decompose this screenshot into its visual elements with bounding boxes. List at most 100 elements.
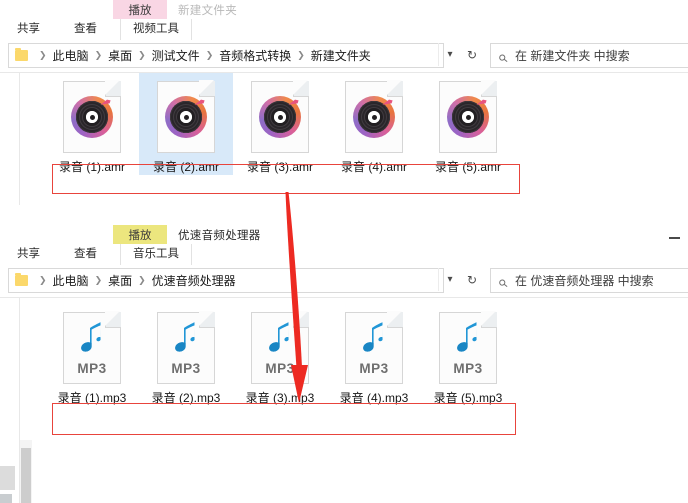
list-item[interactable]: MP3 录音 (3).mp3 [233,304,327,406]
search-icon: ⚲ [496,51,512,66]
background-icon-fragment [0,494,12,503]
amr-address-bar: ❯ 此电脑 ❯ 桌面 ❯ 测试文件 ❯ 音频格式转换 ❯ 新建文件夹 ▾ ↻ ⚲… [0,40,688,73]
list-item[interactable]: MP3 录音 (4).mp3 [327,304,421,406]
amr-breadcrumb[interactable]: ❯ 此电脑 ❯ 桌面 ❯ 测试文件 ❯ 音频格式转换 ❯ 新建文件夹 [8,43,444,68]
chevron-right-icon: ❯ [138,50,146,60]
mp3-search-box[interactable]: ⚲ 在 优速音频处理器 中搜索 [490,268,688,293]
background-window-fragment [0,466,15,490]
mp3-badge: MP3 [77,361,107,376]
mp3-crumb-0[interactable]: 此电脑 [53,272,89,289]
file-name: 录音 (3).amr [246,160,313,174]
list-item[interactable]: 录音 (3).amr [233,73,327,175]
vinyl-disc [353,96,395,138]
file-name: 录音 (1).mp3 [57,391,127,405]
page-fold-icon [481,311,497,328]
mp3-explorer-window: 优速音频处理器 播放 共享 查看 音乐工具 ❯ 此电脑 ❯ 桌面 ❯ 优速音频处… [0,225,688,503]
vinyl-record-icon [157,80,215,153]
mp3-content-area: MP3 录音 (1).mp3 MP3 录音 (2).mp3 MP3 录音 (3)… [0,298,688,503]
amr-search-box[interactable]: ⚲ 在 新建文件夹 中搜索 [490,43,688,68]
list-item[interactable]: 录音 (2).amr [139,73,233,175]
file-name: 录音 (2).mp3 [151,391,221,405]
tonearm-icon [382,99,393,105]
file-name: 录音 (3).mp3 [245,391,315,405]
vinyl-spindle [371,114,377,120]
file-name: 录音 (4).mp3 [339,391,409,405]
mp3-badge: MP3 [453,361,483,376]
list-item[interactable]: 录音 (4).amr [327,73,421,175]
mp3-badge: MP3 [359,361,389,376]
amr-nav-pane [0,73,20,206]
vinyl-record-icon [345,80,403,153]
vinyl-spindle [183,114,189,120]
tonearm-icon [476,99,487,105]
minimize-button[interactable] [669,237,680,239]
mp3-breadcrumb[interactable]: ❯ 此电脑 ❯ 桌面 ❯ 优速音频处理器 [8,268,444,293]
refresh-icon[interactable]: ↻ [461,43,483,66]
vinyl-disc [259,96,301,138]
mp3-note-icon: MP3 [345,311,403,384]
amr-file-grid: 录音 (1).amr 录音 (2).amr 录音 (3).amr 录音 (4).… [45,73,515,175]
chevron-down-icon[interactable]: ▾ [438,268,461,291]
list-item[interactable]: MP3 录音 (1).mp3 [45,304,139,406]
amr-tab-view[interactable]: 查看 [65,19,106,40]
amr-context-tab-play[interactable]: 播放 [113,0,167,19]
mp3-note-icon: MP3 [63,311,121,384]
mp3-tab-music-tools[interactable]: 音乐工具 [120,244,192,265]
amr-explorer-window: 新建文件夹 播放 共享 查看 视频工具 ❯ 此电脑 ❯ 桌面 ❯ 测试文件 ❯ [0,0,688,206]
mp3-context-title: 优速音频处理器 [178,230,261,242]
nav-scrollbar-thumb[interactable] [21,448,31,503]
vinyl-disc [447,96,489,138]
amr-crumb-2[interactable]: 测试文件 [152,47,200,64]
mp3-crumb-2[interactable]: 优速音频处理器 [152,272,236,289]
music-note-icon [269,322,289,352]
refresh-icon[interactable]: ↻ [461,268,483,291]
chevron-right-icon: ❯ [94,275,103,285]
file-name: 录音 (2).amr [152,160,219,174]
amr-content-area: 录音 (1).amr 录音 (2).amr 录音 (3).amr 录音 (4).… [0,73,688,206]
amr-tab-share[interactable]: 共享 [8,19,49,40]
vinyl-disc [165,96,207,138]
search-icon: ⚲ [496,276,512,291]
tonearm-icon [288,99,299,105]
mp3-tab-view[interactable]: 查看 [65,244,106,265]
page-fold-icon [105,311,121,328]
vinyl-record-icon [63,80,121,153]
page-fold-icon [199,80,215,97]
list-item[interactable]: 录音 (1).amr [45,73,139,175]
amr-crumb-0[interactable]: 此电脑 [53,47,89,64]
folder-icon [15,47,28,61]
amr-tab-row: 共享 查看 视频工具 [0,19,688,40]
page-fold-icon [481,80,497,97]
amr-crumb-1[interactable]: 桌面 [108,47,132,64]
chevron-right-icon: ❯ [39,275,47,285]
mp3-note-icon: MP3 [439,311,497,384]
amr-context-title: 新建文件夹 [178,5,237,17]
page-fold-icon [293,311,309,328]
list-item[interactable]: 录音 (5).amr [421,73,515,175]
mp3-search-placeholder: 在 优速音频处理器 中搜索 [515,274,654,288]
chevron-right-icon: ❯ [94,50,103,60]
amr-crumb-3[interactable]: 音频格式转换 [219,47,291,64]
mp3-tab-share[interactable]: 共享 [8,244,49,265]
mp3-note-icon: MP3 [251,311,309,384]
window-gap [0,205,688,206]
list-item[interactable]: MP3 录音 (2).mp3 [139,304,233,406]
amr-breadcrumb-list: ❯ 此电脑 ❯ 桌面 ❯ 测试文件 ❯ 音频格式转换 ❯ 新建文件夹 [33,47,371,64]
mp3-crumb-1[interactable]: 桌面 [108,272,132,289]
chevron-right-icon: ❯ [39,50,47,60]
vinyl-spindle [465,114,471,120]
list-item[interactable]: MP3 录音 (5).mp3 [421,304,515,406]
chevron-down-icon[interactable]: ▾ [438,43,461,66]
page-fold-icon [387,80,403,97]
tonearm-icon [100,99,111,105]
vinyl-disc [71,96,113,138]
amr-tab-video-tools[interactable]: 视频工具 [120,19,192,40]
page-fold-icon [105,80,121,97]
mp3-context-tab-play[interactable]: 播放 [113,225,167,244]
vinyl-spindle [89,114,95,120]
mp3-ribbon-tabstrip: 优速音频处理器 播放 共享 查看 音乐工具 [0,225,688,266]
amr-crumb-4[interactable]: 新建文件夹 [311,47,371,64]
screenshot-root: 新建文件夹 播放 共享 查看 视频工具 ❯ 此电脑 ❯ 桌面 ❯ 测试文件 ❯ [0,0,688,503]
mp3-address-bar: ❯ 此电脑 ❯ 桌面 ❯ 优速音频处理器 ▾ ↻ ⚲ 在 优速音频处理器 中搜索 [0,265,688,298]
mp3-badge: MP3 [265,361,295,376]
